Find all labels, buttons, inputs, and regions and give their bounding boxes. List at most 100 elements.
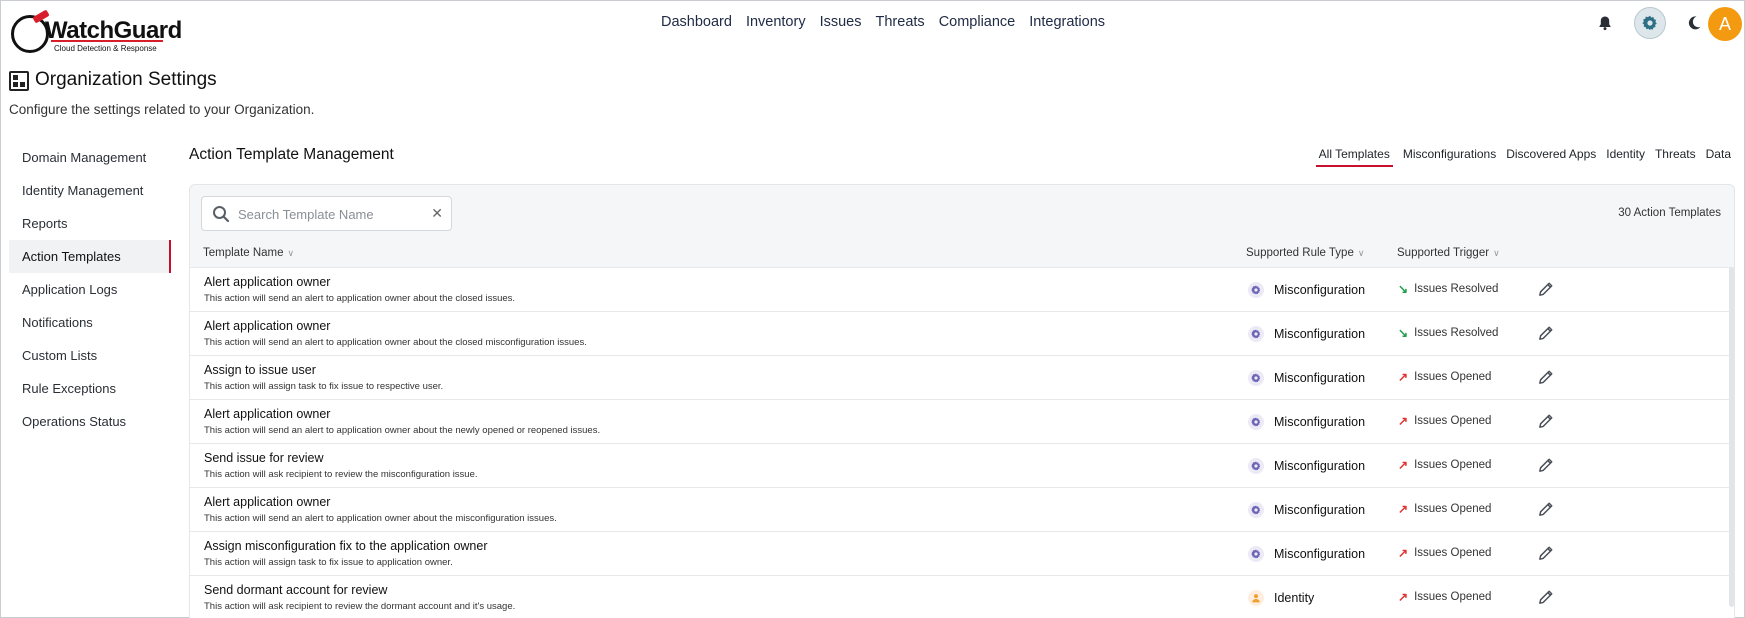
user-avatar[interactable]: A: [1708, 7, 1742, 41]
rule-type-cell: Misconfiguration: [1248, 458, 1365, 474]
edit-pencil-icon[interactable]: [1537, 588, 1555, 606]
rule-type-label: Misconfiguration: [1274, 283, 1366, 297]
sidebar-item-domain-management[interactable]: Domain Management: [9, 141, 171, 174]
section-title: Action Template Management: [189, 146, 394, 163]
sort-chevron-icon: ∨: [1357, 248, 1365, 258]
notifications-button[interactable]: [1589, 7, 1621, 39]
edit-pencil-icon[interactable]: [1537, 368, 1555, 386]
arrow-up-right-icon: ↗: [1398, 590, 1409, 604]
bell-icon: [1599, 16, 1611, 31]
settings-sidebar: Domain Management Identity Management Re…: [9, 141, 171, 438]
table-row-1[interactable]: Alert application owner This action will…: [190, 267, 1734, 311]
template-description: This action will ask recipient to review…: [204, 469, 478, 480]
sidebar-item-custom-lists[interactable]: Custom Lists: [9, 339, 171, 372]
trigger-cell: ↗ Issues Opened: [1398, 546, 1491, 560]
arrow-up-right-icon: ↗: [1398, 370, 1409, 384]
template-search-input[interactable]: [238, 205, 418, 223]
edit-pencil-icon[interactable]: [1537, 456, 1555, 474]
rule-type-label: Misconfiguration: [1274, 371, 1366, 385]
trigger-cell: ↘ Issues Resolved: [1398, 326, 1498, 340]
tab-identity[interactable]: Identity: [1606, 147, 1645, 167]
sort-chevron-icon: ∨: [1493, 248, 1500, 258]
column-template-name[interactable]: Template Name ∨: [203, 247, 294, 259]
arrow-up-right-icon: ↗: [1398, 414, 1409, 428]
edit-pencil-icon[interactable]: [1537, 500, 1555, 518]
trigger-cell: ↗ Issues Opened: [1398, 590, 1491, 604]
top-bar: WatchGuard Cloud Detection & Response Da…: [1, 1, 1744, 53]
template-name: Alert application owner: [204, 495, 331, 509]
table-row-5[interactable]: Send issue for review This action will a…: [190, 443, 1734, 487]
table-row-6[interactable]: Alert application owner This action will…: [190, 487, 1734, 531]
column-template-name-label: Template Name: [203, 247, 284, 259]
rule-type-label: Misconfiguration: [1274, 503, 1366, 517]
nav-inventory[interactable]: Inventory: [746, 14, 806, 30]
moon-icon: [1688, 16, 1701, 30]
gear-icon: [1248, 546, 1264, 562]
edit-pencil-icon[interactable]: [1537, 280, 1555, 298]
nav-threats[interactable]: Threats: [876, 14, 925, 30]
rule-type-label: Misconfiguration: [1274, 415, 1366, 429]
sort-chevron-icon: ∨: [287, 248, 295, 258]
clear-search-icon[interactable]: ✕: [431, 205, 443, 222]
arrow-up-right-icon: ↗: [1398, 458, 1409, 472]
trigger-cell: ↗ Issues Opened: [1398, 370, 1491, 384]
table-row-2[interactable]: Alert application owner This action will…: [190, 311, 1734, 355]
trigger-label: Issues Opened: [1414, 547, 1492, 559]
tab-threats[interactable]: Threats: [1655, 147, 1696, 167]
sidebar-item-identity-management[interactable]: Identity Management: [9, 174, 171, 207]
column-rule-type[interactable]: Supported Rule Type ∨: [1246, 247, 1364, 259]
table-row-3[interactable]: Assign to issue user This action will as…: [190, 355, 1734, 399]
nav-dashboard[interactable]: Dashboard: [661, 14, 732, 30]
table-header: Template Name ∨ Supported Rule Type ∨ Supp…: [190, 243, 1734, 267]
logo-underline: [51, 40, 163, 42]
template-description: This action will send an alert to applic…: [204, 337, 587, 348]
trigger-label: Issues Resolved: [1414, 327, 1499, 339]
trigger-label: Issues Opened: [1414, 459, 1492, 471]
gear-icon: [1248, 282, 1264, 298]
logo-tagline: Cloud Detection & Response: [54, 44, 157, 53]
gear-icon: [1642, 15, 1657, 31]
main-nav: Dashboard Inventory Issues Threats Compl…: [661, 14, 1119, 30]
tab-discovered-apps[interactable]: Discovered Apps: [1506, 147, 1596, 167]
page-title: Organization Settings: [35, 69, 217, 90]
template-count: 30 Action Templates: [1618, 207, 1721, 219]
edit-pencil-icon[interactable]: [1537, 412, 1555, 430]
rule-type-cell: Misconfiguration: [1248, 370, 1365, 386]
edit-pencil-icon[interactable]: [1537, 324, 1555, 342]
sidebar-item-operations-status[interactable]: Operations Status: [9, 405, 171, 438]
rule-type-cell: Misconfiguration: [1248, 326, 1365, 342]
tab-data[interactable]: Data: [1706, 147, 1731, 167]
rule-type-cell: Misconfiguration: [1248, 502, 1365, 518]
table-row-4[interactable]: Alert application owner This action will…: [190, 399, 1734, 443]
sidebar-item-reports[interactable]: Reports: [9, 207, 171, 240]
nav-compliance[interactable]: Compliance: [939, 14, 1016, 30]
edit-pencil-icon[interactable]: [1537, 544, 1555, 562]
theme-toggle-button[interactable]: [1678, 7, 1710, 39]
table-row-7[interactable]: Assign misconfiguration fix to the appli…: [190, 531, 1734, 575]
table-row-8[interactable]: Send dormant account for review This act…: [190, 575, 1734, 618]
sidebar-item-notifications[interactable]: Notifications: [9, 306, 171, 339]
search-icon: [213, 206, 230, 223]
table-scrollbar[interactable]: [1729, 267, 1734, 607]
rule-type-cell: Misconfiguration: [1248, 546, 1365, 562]
nav-integrations[interactable]: Integrations: [1029, 14, 1105, 30]
trigger-label: Issues Opened: [1414, 415, 1492, 427]
template-name: Send issue for review: [204, 451, 324, 465]
settings-button[interactable]: [1634, 7, 1666, 39]
tab-misconfigurations[interactable]: Misconfigurations: [1403, 147, 1496, 167]
column-rule-type-label: Supported Rule Type: [1246, 247, 1354, 259]
nav-issues[interactable]: Issues: [820, 14, 862, 30]
rule-type-label: Identity: [1274, 591, 1315, 605]
watchguard-logo[interactable]: WatchGuard Cloud Detection & Response: [11, 7, 182, 53]
trigger-label: Issues Resolved: [1414, 283, 1499, 295]
tab-all-templates[interactable]: All Templates: [1315, 147, 1393, 167]
logo-ring: [11, 15, 49, 53]
column-trigger[interactable]: Supported Trigger ∨: [1397, 247, 1500, 259]
sidebar-item-action-templates[interactable]: Action Templates: [9, 240, 171, 273]
sidebar-item-application-logs[interactable]: Application Logs: [9, 273, 171, 306]
arrow-up-right-icon: ↗: [1398, 546, 1409, 560]
template-name: Send dormant account for review: [204, 583, 388, 597]
sidebar-item-rule-exceptions[interactable]: Rule Exceptions: [9, 372, 171, 405]
template-description: This action will send an alert to applic…: [204, 425, 601, 436]
gear-icon: [1248, 458, 1264, 474]
